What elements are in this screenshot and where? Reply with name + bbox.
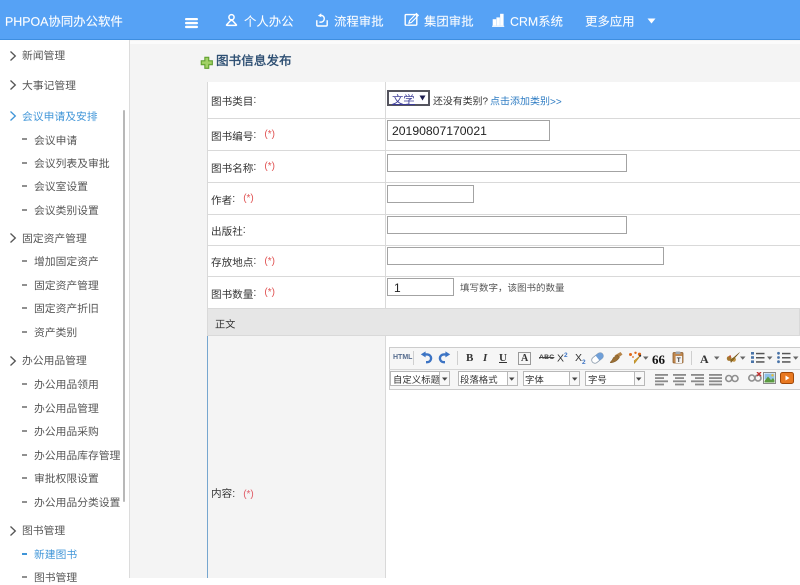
svg-text:T: T [677, 357, 681, 364]
